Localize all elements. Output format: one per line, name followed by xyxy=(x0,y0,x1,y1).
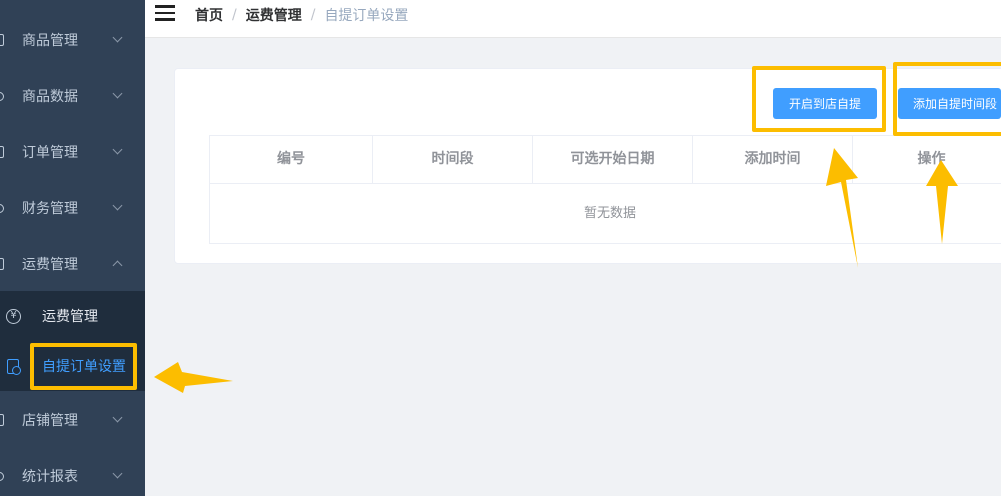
column-header-start-date: 可选开始日期 xyxy=(533,136,693,184)
column-header-id: 编号 xyxy=(210,136,373,184)
sidebar-item-label: 店铺管理 xyxy=(22,413,78,429)
column-header-actions: 操作 xyxy=(917,151,946,167)
sidebar-item-label: 统计报表 xyxy=(22,469,78,485)
breadcrumb-freight-management[interactable]: 运费管理 xyxy=(246,5,302,25)
highlight-box-enable-pickup xyxy=(752,66,886,132)
pickup-timeslot-table: 编号 时间段 可选开始日期 添加时间 操作 暂无数据 xyxy=(209,135,1001,244)
chevron-down-icon xyxy=(112,88,123,99)
sidebar-item-store-management[interactable]: 店铺管理 xyxy=(0,392,145,448)
goods-icon xyxy=(0,34,4,46)
chevron-up-icon xyxy=(112,260,123,271)
breadcrumb-separator: / xyxy=(310,7,316,23)
hamburger-menu-icon[interactable] xyxy=(155,5,175,21)
sidebar-item-label: 财务管理 xyxy=(22,201,78,217)
column-header-timeslot: 时间段 xyxy=(373,136,533,184)
yuan-icon: ¥ xyxy=(6,308,21,324)
sidebar: 商品管理 商品数据 订单管理 财务管理 运费管理 ¥ 运费管理 自提订单设置 店… xyxy=(0,0,145,496)
chevron-down-icon xyxy=(112,144,123,155)
sidebar-item-label: 商品数据 xyxy=(22,89,78,105)
sidebar-item-label: 商品管理 xyxy=(22,33,78,49)
sidebar-item-finance-management[interactable]: 财务管理 xyxy=(0,180,145,236)
breadcrumb-separator: / xyxy=(232,7,237,23)
table-empty-text: 暂无数据 xyxy=(583,206,636,221)
column-header-added-time: 添加时间 xyxy=(693,136,853,184)
breadcrumb: 首页 / 运费管理 / 自提订单设置 xyxy=(195,5,408,25)
order-icon xyxy=(0,146,4,158)
sidebar-subitem-freight-management[interactable]: ¥ 运费管理 xyxy=(0,291,145,341)
highlight-box-add-timeslot xyxy=(893,62,1001,136)
sidebar-subitem-label: 运费管理 xyxy=(42,309,98,325)
data-icon xyxy=(0,91,4,101)
highlight-box-menu-item xyxy=(30,343,137,390)
breadcrumb-home[interactable]: 首页 xyxy=(195,5,223,25)
sidebar-item-statistics[interactable]: 统计报表 xyxy=(0,448,145,496)
chevron-down-icon xyxy=(112,468,123,479)
freight-icon xyxy=(0,258,4,270)
sidebar-item-label: 订单管理 xyxy=(22,145,78,161)
sidebar-item-goods-management[interactable]: 商品管理 xyxy=(0,12,145,68)
sidebar-item-label: 运费管理 xyxy=(22,257,78,273)
top-navbar: 首页 / 运费管理 / 自提订单设置 xyxy=(145,0,1001,38)
chevron-down-icon xyxy=(112,412,123,423)
table-header: 编号 时间段 可选开始日期 添加时间 操作 xyxy=(210,136,1001,184)
sidebar-item-goods-data[interactable]: 商品数据 xyxy=(0,68,145,124)
chevron-down-icon xyxy=(112,200,123,211)
arrow-left-annotation xyxy=(154,362,233,393)
sidebar-item-order-management[interactable]: 订单管理 xyxy=(0,124,145,180)
sidebar-item-freight-management[interactable]: 运费管理 xyxy=(0,236,145,292)
finance-icon xyxy=(0,203,4,213)
statistics-icon xyxy=(0,471,4,481)
store-icon xyxy=(0,414,4,426)
chevron-down-icon xyxy=(112,32,123,43)
document-icon xyxy=(7,358,21,375)
breadcrumb-current: 自提订单设置 xyxy=(324,8,409,24)
